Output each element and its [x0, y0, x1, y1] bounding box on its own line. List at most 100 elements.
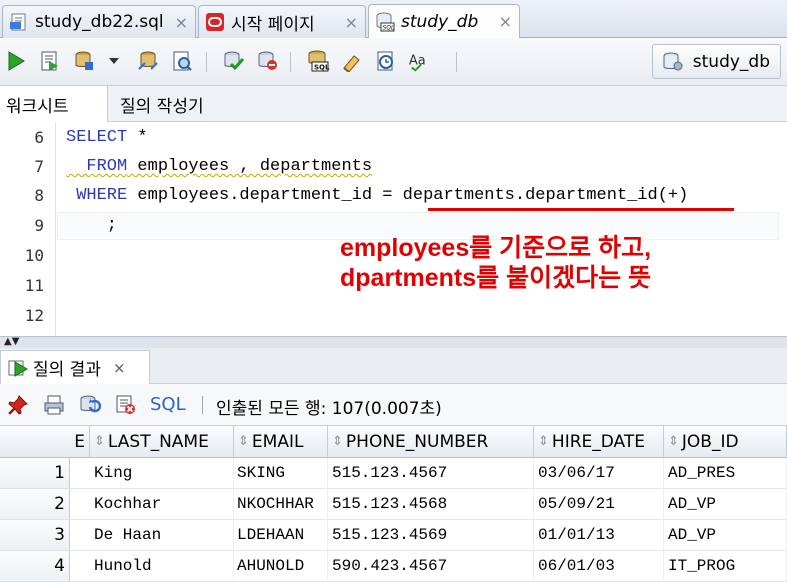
- sql-keyword: WHERE: [66, 186, 128, 205]
- worksheet-toolbar: SQL Aa study_db: [0, 38, 787, 86]
- autotrace-button[interactable]: [72, 49, 96, 73]
- tab-query-builder[interactable]: 질의 작성기: [120, 86, 204, 122]
- cell-email[interactable]: SKING: [234, 458, 328, 489]
- run-script-icon: [41, 51, 58, 71]
- column-header-email[interactable]: ⇕ EMAIL: [234, 426, 328, 458]
- row-number: 4: [0, 551, 70, 582]
- tab-study-db22-sql[interactable]: study_db22.sql ×: [2, 5, 196, 38]
- cell-hire-date[interactable]: 03/06/17: [534, 458, 664, 489]
- code-text: employees , departments: [127, 157, 373, 176]
- unshared-sql-icon: SQL: [308, 50, 330, 72]
- svg-text:Aa: Aa: [409, 54, 426, 69]
- close-icon[interactable]: ×: [345, 13, 358, 32]
- history-icon: [377, 51, 393, 71]
- cell-hire-date[interactable]: 05/09/21: [534, 489, 664, 520]
- sql-editor[interactable]: 6 7 8 9 10 11 12 SELECT * FROM employees…: [0, 122, 787, 336]
- collapse-arrows-icon[interactable]: ▲▼: [4, 336, 19, 347]
- refresh-button[interactable]: [78, 393, 102, 417]
- cell-hire-date[interactable]: 01/01/13: [534, 520, 664, 551]
- explain-plan-button[interactable]: [136, 49, 160, 73]
- column-header-label: PHONE_NUMBER: [345, 431, 489, 452]
- sort-icon: ⇕: [668, 434, 679, 449]
- table-row[interactable]: 1 King SKING 515.123.4567 03/06/17 AD_PR…: [0, 458, 787, 489]
- column-header-last-name[interactable]: ⇕ LAST_NAME: [90, 426, 234, 458]
- close-icon[interactable]: ×: [175, 13, 188, 32]
- sort-icon: ⇕: [238, 434, 249, 449]
- code-text: ;: [66, 216, 118, 235]
- unshared-sql-button[interactable]: SQL: [306, 49, 330, 73]
- column-header-e[interactable]: E: [0, 426, 90, 458]
- cell-last-name[interactable]: Hunold: [70, 551, 234, 582]
- cancel-fetch-icon: [116, 395, 135, 414]
- connection-label: study_db: [692, 51, 770, 72]
- pin-icon: [8, 395, 28, 415]
- panel-splitter[interactable]: ▲▼: [0, 336, 787, 348]
- run-statement-button[interactable]: [4, 49, 28, 73]
- cell-job-id[interactable]: AD_VP: [664, 489, 787, 520]
- row-number: 2: [0, 489, 70, 520]
- results-tab-bar: 질의 결과 ×: [0, 348, 787, 384]
- commit-button[interactable]: [222, 49, 246, 73]
- cell-last-name[interactable]: King: [70, 458, 234, 489]
- cell-last-name[interactable]: Kochhar: [70, 489, 234, 520]
- cell-hire-date[interactable]: 06/01/03: [534, 551, 664, 582]
- tab-study-db[interactable]: SQL study_db ×: [368, 4, 520, 38]
- table-row[interactable]: 4 Hunold AHUNOLD 590.423.4567 06/01/03 I…: [0, 551, 787, 582]
- cell-job-id[interactable]: AD_PRES: [664, 458, 787, 489]
- column-header-label: HIRE_DATE: [551, 431, 645, 452]
- format-case-button[interactable]: Aa: [408, 49, 432, 73]
- line-number: 10: [24, 246, 44, 265]
- cell-email[interactable]: LDEHAAN: [234, 520, 328, 551]
- cell-phone-number[interactable]: 515.123.4569: [328, 520, 534, 551]
- table-row[interactable]: 2 Kochhar NKOCHHAR 515.123.4568 05/09/21…: [0, 489, 787, 520]
- explain-plan-icon: [138, 51, 158, 70]
- autotrace-dropdown[interactable]: [106, 49, 122, 73]
- close-icon[interactable]: ×: [499, 12, 512, 31]
- cell-last-name[interactable]: De Haan: [70, 520, 234, 551]
- cell-phone-number[interactable]: 515.123.4567: [328, 458, 534, 489]
- column-header-phone-number[interactable]: ⇕ PHONE_NUMBER: [328, 426, 534, 458]
- print-icon: [44, 395, 64, 415]
- connection-selector[interactable]: study_db: [651, 44, 781, 79]
- column-header-label: EMAIL: [251, 431, 304, 452]
- column-header-job-id[interactable]: ⇕ JOB_ID: [664, 426, 787, 458]
- worksheet-subtabs: 워크시트 질의 작성기: [0, 86, 787, 123]
- commit-icon: [224, 51, 245, 71]
- column-header-hire-date[interactable]: ⇕ HIRE_DATE: [534, 426, 664, 458]
- dropdown-arrow-icon: [109, 58, 119, 64]
- tab-worksheet[interactable]: 워크시트: [0, 86, 108, 123]
- toolbar-separator: [202, 396, 203, 414]
- clear-button[interactable]: [340, 49, 364, 73]
- line-number: 9: [34, 216, 44, 235]
- code-text: employees.department_id = departments.de…: [127, 186, 689, 205]
- cell-job-id[interactable]: AD_VP: [664, 520, 787, 551]
- annotation-underline: [428, 208, 734, 211]
- rollback-button[interactable]: [256, 49, 280, 73]
- cancel-fetch-button[interactable]: [114, 393, 138, 417]
- cell-email[interactable]: AHUNOLD: [234, 551, 328, 582]
- refresh-icon: [80, 395, 101, 413]
- tab-start-page[interactable]: 시작 페이지 ×: [198, 5, 366, 38]
- cell-email[interactable]: NKOCHHAR: [234, 489, 328, 520]
- table-row[interactable]: 3 De Haan LDEHAAN 515.123.4569 01/01/13 …: [0, 520, 787, 551]
- view-sql-link[interactable]: SQL: [150, 394, 186, 415]
- close-icon[interactable]: ×: [113, 359, 126, 377]
- line-number-gutter: 6 7 8 9 10 11 12: [0, 122, 56, 336]
- database-icon: [663, 52, 683, 70]
- run-script-button[interactable]: [38, 49, 62, 73]
- sql-tuning-button[interactable]: [170, 49, 194, 73]
- sort-icon: ⇕: [538, 434, 549, 449]
- line-number: 7: [34, 157, 44, 176]
- column-header-label: E: [74, 431, 85, 452]
- print-button[interactable]: [42, 393, 66, 417]
- pin-button[interactable]: [6, 393, 30, 417]
- oracle-icon: [206, 13, 224, 31]
- cell-phone-number[interactable]: 590.423.4567: [328, 551, 534, 582]
- history-button[interactable]: [374, 49, 398, 73]
- toolbar-separator: [206, 52, 207, 72]
- cell-phone-number[interactable]: 515.123.4568: [328, 489, 534, 520]
- tab-query-result[interactable]: 질의 결과 ×: [0, 350, 150, 384]
- code-text: *: [127, 128, 148, 147]
- run-statement-icon: [8, 51, 25, 71]
- cell-job-id[interactable]: IT_PROG: [664, 551, 787, 582]
